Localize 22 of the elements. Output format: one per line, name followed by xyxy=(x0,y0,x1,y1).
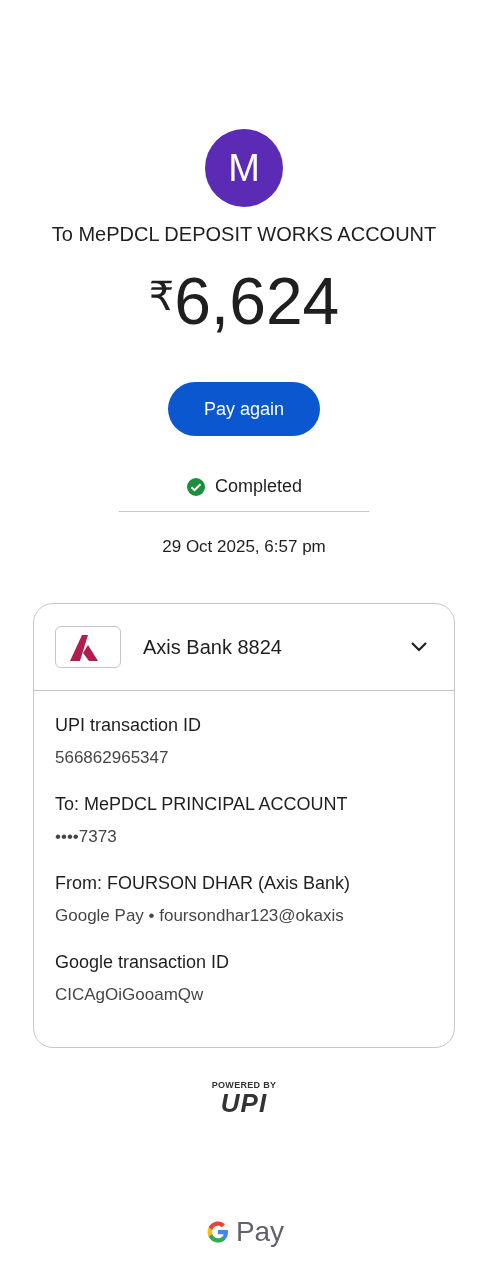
status-text: Completed xyxy=(214,476,302,497)
amount: 6,624 xyxy=(174,268,340,334)
detail-value: CICAgOiGooamQw xyxy=(55,985,205,1005)
bank-account: Axis Bank 8824 xyxy=(143,635,283,659)
powered-by-text: POWERED BY xyxy=(211,1080,277,1090)
detail-value: 566862965347 xyxy=(55,748,170,768)
detail-label: To: MePDCL PRINCIPAL ACCOUNT xyxy=(55,794,349,815)
avatar: M xyxy=(205,129,283,207)
detail-label: From: FOURSON DHAR (Axis Bank) xyxy=(55,873,352,894)
upi-logo: UPI xyxy=(220,1090,268,1116)
chevron-down-icon[interactable] xyxy=(410,641,428,653)
pay-brand-text: Pay xyxy=(235,1216,285,1248)
detail-value: Google Pay • foursondhar123@okaxis xyxy=(55,906,345,926)
detail-label: UPI transaction ID xyxy=(55,715,203,736)
detail-value: ••••7373 xyxy=(55,827,118,847)
check-circle-icon xyxy=(185,476,206,497)
bank-logo-icon xyxy=(55,626,121,668)
transaction-date: 29 Oct 2025, 6:57 pm xyxy=(162,537,326,557)
pay-again-button[interactable]: Pay again xyxy=(168,382,320,436)
recipient-name: To MePDCL DEPOSIT WORKS ACCOUNT xyxy=(51,223,437,246)
detail-label: Google transaction ID xyxy=(55,952,231,973)
currency-symbol: ₹ xyxy=(148,276,175,316)
